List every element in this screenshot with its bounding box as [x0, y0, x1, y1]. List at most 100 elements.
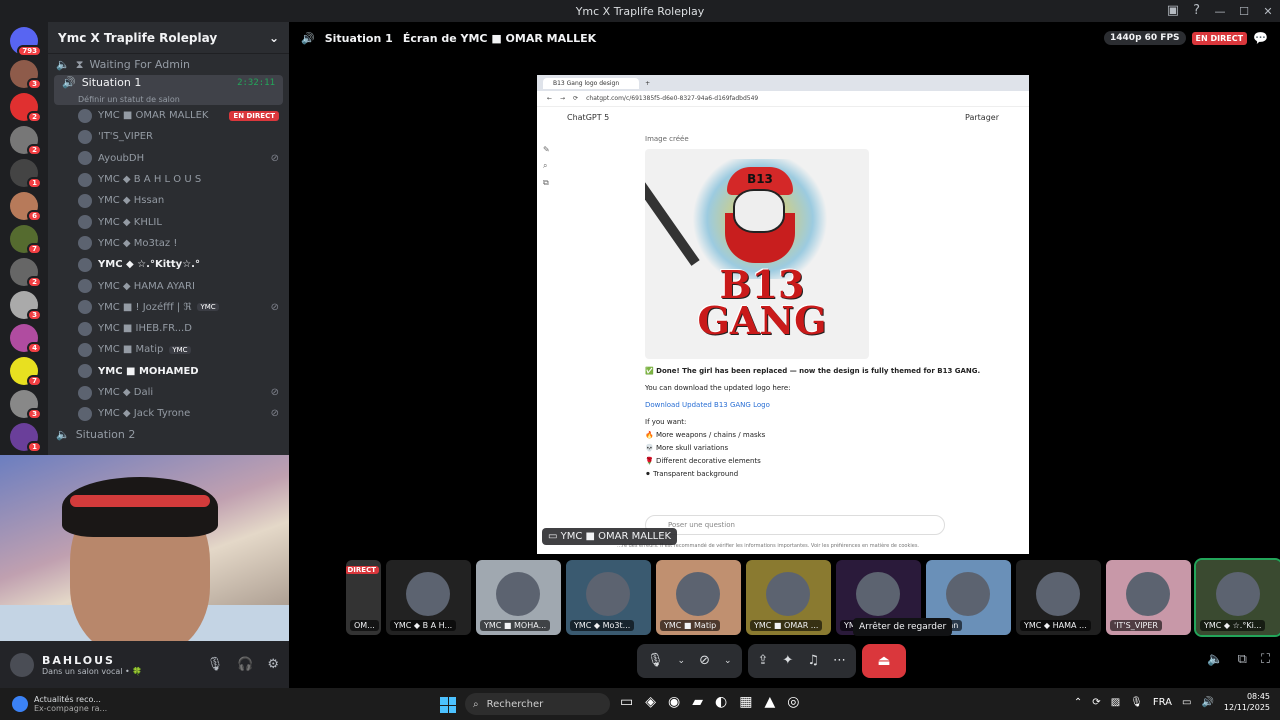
more-icon[interactable]: ⋯: [833, 653, 846, 668]
minimize-button[interactable]: —: [1208, 5, 1232, 18]
maximize-button[interactable]: ☐: [1232, 5, 1256, 18]
chevron-up-icon[interactable]: ⌃: [1074, 697, 1082, 708]
voice-user[interactable]: YMC ■ OMAR MALLEK EN DIRECT: [48, 105, 289, 126]
server-icon[interactable]: 2: [10, 93, 42, 123]
chatgpt-prompt-input[interactable]: Poser une question: [645, 515, 945, 535]
camera-icon[interactable]: ▨: [1111, 697, 1120, 708]
voice-user[interactable]: AyoubDH ⊘: [48, 148, 289, 169]
windows-start-icon[interactable]: [440, 697, 456, 713]
channel-waiting[interactable]: 🔈 ⧗ Waiting For Admin: [48, 54, 289, 75]
speaker-icon: 🔊: [301, 31, 315, 45]
chevron-down-icon[interactable]: ⌄: [724, 656, 732, 666]
participant-tile[interactable]: YMC ◆ HAMA ...: [1016, 560, 1101, 635]
voice-user[interactable]: YMC ◆ ☆.°Kitty☆.°: [48, 254, 289, 275]
voice-user[interactable]: YMC ■ ! Jozéfff | ℜ YMC ⊘: [48, 297, 289, 318]
participant-tile[interactable]: DIRECT OM...: [346, 560, 381, 635]
participant-tile[interactable]: YMC ◆ ☆.°Ki...: [1194, 558, 1280, 637]
popout-icon[interactable]: ⧉: [1238, 652, 1247, 667]
share-button[interactable]: Partager: [965, 113, 999, 122]
server-icon[interactable]: 793: [10, 27, 42, 57]
store-icon[interactable]: ▦: [739, 694, 752, 710]
activities-icon[interactable]: ✦: [782, 653, 793, 668]
library-icon[interactable]: ⧉: [543, 178, 550, 188]
soundboard-icon[interactable]: ♫: [807, 653, 819, 668]
generated-logo-image[interactable]: B13 B13 GANG: [645, 149, 869, 359]
reload-icon[interactable]: ⟳: [573, 95, 578, 102]
participant-tile[interactable]: YMC ◆ B A H...: [386, 560, 471, 635]
forward-icon[interactable]: →: [560, 95, 565, 102]
participant-tile[interactable]: 'IT'S_VIPER: [1106, 560, 1191, 635]
help-icon[interactable]: ?: [1193, 3, 1200, 18]
volume-icon[interactable]: 🔈: [1207, 652, 1223, 667]
channel-situation-2[interactable]: 🔈 Situation 2: [48, 424, 289, 445]
participant-tile[interactable]: YMC ■ OMAR ...: [746, 560, 831, 635]
new-tab-icon[interactable]: +: [645, 80, 650, 87]
voice-user[interactable]: YMC ■ Matip YMC: [48, 339, 289, 360]
channel-status-prompt[interactable]: Définir un statut de salon: [62, 95, 275, 104]
chrome-icon[interactable]: ◎: [787, 694, 799, 710]
server-icon[interactable]: 3: [10, 60, 42, 90]
server-icon[interactable]: 3: [10, 390, 42, 420]
inbox-icon[interactable]: ▣: [1167, 3, 1179, 18]
voice-user[interactable]: 'IT'S_VIPER: [48, 126, 289, 147]
mic-icon[interactable]: 🎙: [1130, 697, 1143, 708]
shared-screen[interactable]: B13 Gang logo design + ← → ⟳ chatgpt.com…: [537, 75, 1029, 554]
voice-user[interactable]: YMC ◆ B A H L O U S: [48, 169, 289, 190]
close-window-button[interactable]: ✕: [1256, 5, 1280, 18]
copilot-icon[interactable]: ◈: [645, 694, 656, 710]
edge-browser-icon[interactable]: ◐: [715, 694, 727, 710]
clock[interactable]: 08:45 12/11/2025: [1224, 691, 1270, 713]
back-icon[interactable]: ←: [547, 95, 552, 102]
participant-tile[interactable]: YMC ■ Matip: [656, 560, 741, 635]
voice-user[interactable]: YMC ■ MOHAMED: [48, 361, 289, 382]
camera-off-icon[interactable]: ⊘: [699, 653, 710, 668]
sync-icon[interactable]: ⟳: [1092, 697, 1100, 708]
download-link[interactable]: Download Updated B13 GANG Logo: [645, 401, 770, 409]
fullscreen-icon[interactable]: ⛶: [1261, 652, 1270, 667]
chatgpt-model[interactable]: ChatGPT 5: [567, 113, 609, 122]
task-view-icon[interactable]: ▭: [620, 694, 633, 710]
server-icon[interactable]: 6: [10, 192, 42, 222]
server-icon[interactable]: 7: [10, 225, 42, 255]
language-indicator[interactable]: FRA: [1153, 697, 1172, 708]
voice-user[interactable]: YMC ◆ Jack Tyrone ⊘: [48, 403, 289, 424]
microphone-icon[interactable]: 🎙: [207, 657, 224, 672]
server-icon[interactable]: 4: [10, 324, 42, 354]
file-explorer-icon[interactable]: ▰: [692, 694, 703, 710]
settings-gear-icon[interactable]: ⚙: [267, 657, 279, 672]
taskbar-search[interactable]: ⌕ Rechercher: [465, 693, 610, 715]
chat-bubble-icon[interactable]: 💬: [1253, 31, 1268, 45]
server-icon[interactable]: 2: [10, 258, 42, 288]
app-icon[interactable]: ▲: [764, 694, 775, 710]
browser-tab[interactable]: B13 Gang logo design: [543, 77, 640, 89]
screen-share-icon[interactable]: ⇪: [758, 653, 769, 668]
network-icon[interactable]: ▭: [1182, 697, 1191, 708]
guild-header[interactable]: Ymc X Traplife Roleplay ⌄: [48, 22, 289, 54]
participant-tile[interactable]: YMC ■ MOHA...: [476, 560, 561, 635]
microphone-icon[interactable]: 🎙: [647, 653, 664, 668]
server-icon[interactable]: 1: [10, 423, 42, 453]
server-icon[interactable]: 1: [10, 159, 42, 189]
voice-user[interactable]: YMC ◆ Mo3taz !: [48, 233, 289, 254]
chevron-down-icon[interactable]: ⌄: [678, 656, 686, 666]
participant-tile[interactable]: YMC ◆ Mo3t...: [566, 560, 651, 635]
voice-user[interactable]: YMC ◆ Dali ⊘: [48, 382, 289, 403]
channel-situation-1[interactable]: 🔊 Situation 1 2:32:11 Définir un statut …: [54, 75, 283, 105]
server-icon[interactable]: 7: [10, 357, 42, 387]
search-icon[interactable]: ⌕: [543, 161, 550, 171]
news-widget[interactable]: Actualités reco... Ex-compagne ra...: [0, 695, 107, 713]
address-bar[interactable]: ← → ⟳ chatgpt.com/c/691385f5-d6e0-8327-9…: [537, 91, 1029, 107]
volume-icon[interactable]: 🔊: [1201, 697, 1213, 708]
voice-user[interactable]: YMC ■ IHEB.FR...D: [48, 318, 289, 339]
edit-icon[interactable]: ✎: [543, 145, 550, 154]
voice-user[interactable]: YMC ◆ Hssan: [48, 190, 289, 211]
voice-user[interactable]: YMC ◆ HAMA AYARI: [48, 275, 289, 296]
stop-watching-button[interactable]: ⏏: [861, 643, 906, 678]
headphones-icon[interactable]: 🎧: [237, 657, 253, 672]
discord-icon[interactable]: ◉: [668, 694, 680, 710]
voice-user[interactable]: YMC ◆ KHLIL: [48, 211, 289, 232]
avatar[interactable]: [10, 652, 34, 677]
server-icon[interactable]: 2: [10, 126, 42, 156]
server-icon[interactable]: 3: [10, 291, 42, 321]
logo-skull: [733, 189, 785, 233]
